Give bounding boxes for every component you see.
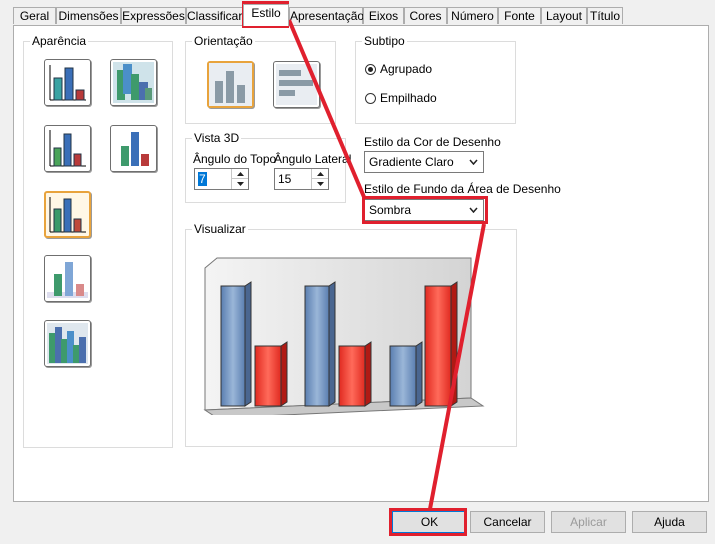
bar-chart-faded-icon bbox=[47, 262, 88, 298]
spin-up-icon[interactable] bbox=[312, 169, 328, 179]
bar-chart-glass-icon bbox=[49, 197, 86, 233]
bar-chart-tall-icon bbox=[121, 132, 149, 166]
bar-chart-framed-icon bbox=[49, 130, 86, 167]
radio-dot bbox=[368, 66, 373, 72]
style-bar-faded-button[interactable] bbox=[44, 255, 91, 302]
radio-empilhado[interactable]: Empilhado bbox=[365, 91, 437, 105]
top-angle-label: Ângulo do Topo bbox=[193, 152, 277, 166]
top-angle-value: 7 bbox=[198, 172, 207, 186]
tab-layout[interactable]: Layout bbox=[541, 7, 587, 24]
help-button[interactable]: Ajuda bbox=[632, 511, 707, 533]
side-angle-label: Ângulo Lateral bbox=[274, 152, 352, 166]
preview-bar-side bbox=[328, 281, 336, 407]
tab-numero[interactable]: Número bbox=[447, 7, 498, 24]
radio-empilhado-circle[interactable] bbox=[365, 92, 376, 104]
preview-bar bbox=[424, 285, 452, 407]
bar-chart-3d-icon bbox=[113, 62, 154, 103]
preview-bar-side bbox=[244, 281, 252, 407]
tab-apresentacao[interactable]: Apresentação bbox=[289, 7, 364, 24]
style-bar-tall-button[interactable] bbox=[110, 125, 157, 172]
style-bar-stacked-button[interactable] bbox=[44, 320, 91, 367]
preview-chart bbox=[203, 257, 485, 415]
tab-fonte[interactable]: Fonte bbox=[498, 7, 541, 24]
style-bar-3d-button[interactable] bbox=[110, 59, 157, 106]
radio-agrupado-label: Agrupado bbox=[380, 62, 433, 76]
preview-label: Visualizar bbox=[192, 222, 248, 236]
plot-color-style-value: Gradiente Claro bbox=[369, 155, 454, 169]
chevron-down-icon bbox=[468, 152, 478, 172]
preview-bar bbox=[338, 345, 366, 407]
tab-estilo[interactable]: Estilo bbox=[243, 4, 289, 26]
spin-up-icon[interactable] bbox=[232, 169, 248, 179]
subtype-group bbox=[355, 41, 516, 124]
preview-bar bbox=[220, 285, 246, 407]
plot-color-style-select[interactable]: Gradiente Claro bbox=[364, 151, 484, 173]
preview-bar bbox=[254, 345, 282, 407]
cancel-button[interactable]: Cancelar bbox=[470, 511, 545, 533]
preview-bar-side bbox=[450, 281, 458, 407]
side-angle-arrows bbox=[311, 169, 328, 189]
vertical-bars-button[interactable] bbox=[207, 61, 254, 108]
spin-down-icon[interactable] bbox=[232, 179, 248, 189]
horizontal-bars-button[interactable] bbox=[273, 61, 320, 108]
tab-geral[interactable]: Geral bbox=[13, 7, 56, 24]
preview-bar-side bbox=[280, 341, 288, 407]
apply-button[interactable]: Aplicar bbox=[551, 511, 626, 533]
side-angle-value: 15 bbox=[278, 172, 292, 186]
preview-bar-side bbox=[415, 341, 423, 407]
ok-button[interactable]: OK bbox=[392, 511, 467, 533]
view3d-label: Vista 3D bbox=[192, 131, 242, 145]
style-bar-framed-button[interactable] bbox=[44, 125, 91, 172]
spin-down-icon[interactable] bbox=[312, 179, 328, 189]
horizontal-bars-icon bbox=[276, 64, 317, 105]
subtype-label: Subtipo bbox=[362, 34, 407, 48]
orientation-label: Orientação bbox=[192, 34, 255, 48]
tab-classificar[interactable]: Classificar bbox=[186, 7, 243, 24]
plot-color-style-label: Estilo da Cor de Desenho bbox=[364, 135, 501, 149]
preview-bar bbox=[389, 345, 417, 407]
bar-chart-stacked-icon bbox=[47, 323, 88, 364]
style-bar-glass-button[interactable] bbox=[44, 191, 91, 238]
bar-chart-icon bbox=[49, 65, 86, 101]
top-angle-stepper[interactable]: 7 bbox=[194, 168, 249, 190]
top-angle-arrows bbox=[231, 169, 248, 189]
tab-dimensoes[interactable]: Dimensões bbox=[56, 7, 121, 24]
vertical-bars-icon bbox=[209, 63, 252, 106]
plot-area-bg-select[interactable]: Sombra bbox=[364, 199, 484, 221]
radio-agrupado[interactable]: Agrupado bbox=[365, 62, 432, 76]
preview-bar-side bbox=[364, 341, 372, 407]
preview-bar bbox=[304, 285, 330, 407]
plot-area-bg-value: Sombra bbox=[369, 203, 412, 217]
chevron-down-icon bbox=[468, 200, 478, 220]
radio-empilhado-label: Empilhado bbox=[380, 91, 437, 105]
radio-agrupado-circle[interactable] bbox=[365, 63, 376, 75]
style-bar-flat-button[interactable] bbox=[44, 59, 91, 106]
side-angle-stepper[interactable]: 15 bbox=[274, 168, 329, 190]
plot-area-bg-label: Estilo de Fundo da Área de Desenho bbox=[364, 182, 561, 196]
appearance-label: Aparência bbox=[30, 34, 89, 48]
tab-eixos[interactable]: Eixos bbox=[363, 7, 404, 24]
tab-expressoes[interactable]: Expressões bbox=[121, 7, 186, 24]
tab-cores[interactable]: Cores bbox=[404, 7, 447, 24]
tab-titulo[interactable]: Título bbox=[587, 7, 623, 24]
